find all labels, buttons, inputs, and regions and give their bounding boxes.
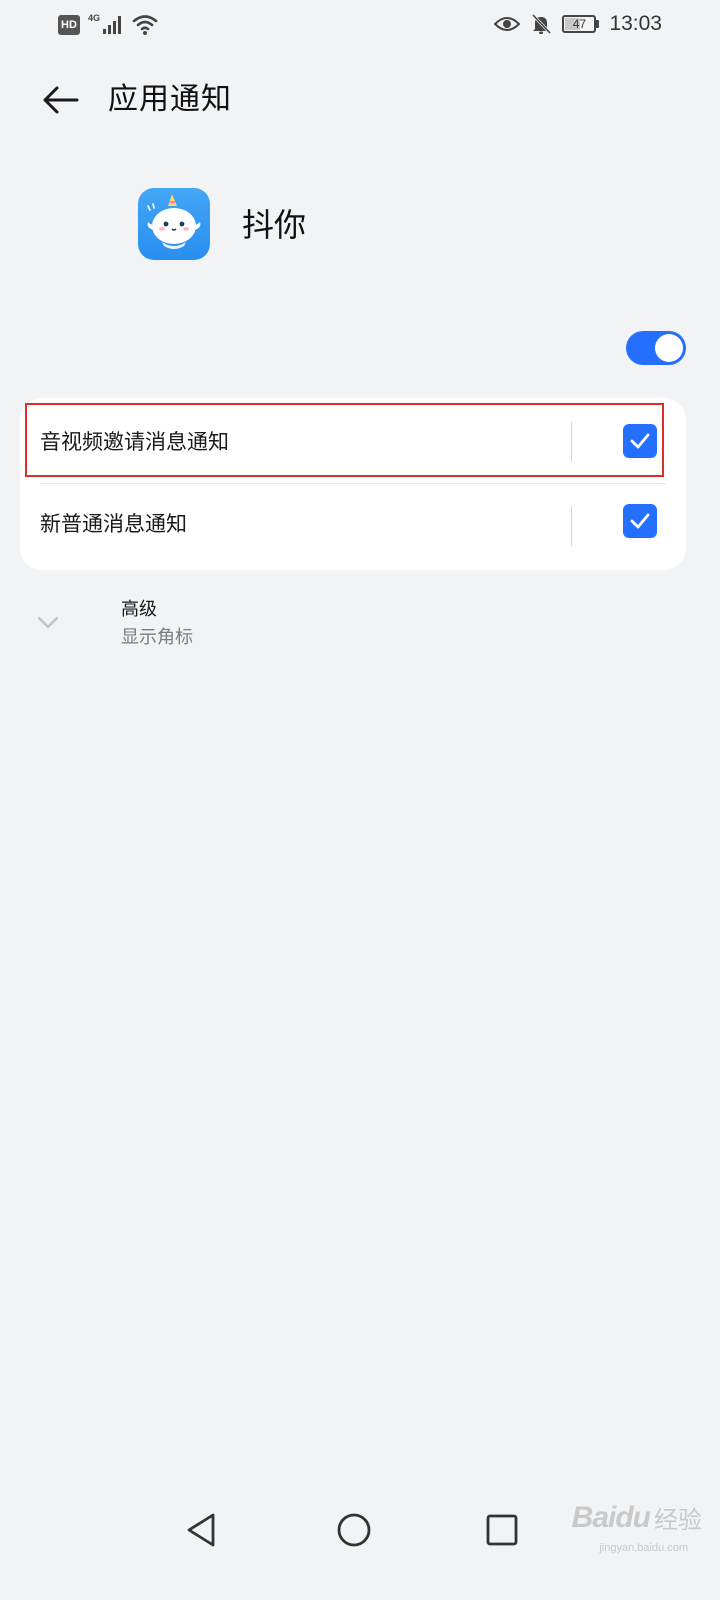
circle-home-icon [337, 1513, 371, 1547]
status-bar: HD 4G 47 13:03 [0, 0, 720, 54]
triangle-back-icon [187, 1513, 215, 1547]
wifi-icon [132, 15, 158, 35]
advanced-subtitle: 显示角标 [121, 627, 193, 648]
nav-home-button[interactable] [330, 1506, 378, 1554]
allow-notifications-toggle[interactable] [626, 331, 686, 365]
app-icon [138, 188, 210, 260]
row-separator [571, 506, 572, 546]
battery-indicator: 47 [562, 15, 600, 33]
checkmark-icon [630, 433, 650, 449]
page-title: 应用通知 [108, 82, 232, 117]
category-row-new-message[interactable]: 新普通消息通知 [20, 482, 686, 566]
nav-back-button[interactable] [178, 1506, 226, 1554]
toggle-knob [655, 334, 683, 362]
category-label: 新普通消息通知 [40, 512, 187, 536]
app-name: 抖你 [242, 206, 307, 244]
watermark-url: jingyan.baidu.com [599, 1542, 688, 1554]
category-row-av-invite[interactable]: 音视频邀请消息通知 [20, 402, 686, 486]
watermark: Baidu 经验 [572, 1500, 702, 1535]
eye-icon [494, 17, 521, 31]
chevron-down-icon [37, 616, 59, 629]
signal-icon [103, 16, 122, 34]
advanced-section[interactable]: 高级 显示角标 [20, 590, 686, 660]
back-button[interactable] [38, 78, 82, 122]
advanced-title: 高级 [121, 599, 157, 620]
square-recent-icon [486, 1514, 518, 1546]
bell-off-icon [532, 13, 552, 35]
category-checkbox[interactable] [623, 504, 657, 538]
arrow-left-icon [43, 86, 79, 114]
battery-tip [596, 20, 600, 28]
watermark-brand: Baidu [571, 1500, 651, 1534]
network-type: 4G [88, 13, 101, 23]
notification-categories-card: 音视频邀请消息通知 新普通消息通知 [20, 398, 686, 570]
status-right: 47 13:03 [494, 12, 662, 36]
row-separator [571, 422, 572, 462]
category-label: 音视频邀请消息通知 [40, 430, 229, 454]
nav-recent-button[interactable] [478, 1506, 526, 1554]
battery-level: 47 [572, 17, 587, 31]
hd-badge: HD [58, 15, 80, 35]
status-left: HD 4G [58, 13, 158, 36]
battery-icon: 47 [562, 15, 597, 33]
category-checkbox[interactable] [623, 424, 657, 458]
watermark-brand-cn: 经验 [654, 1506, 702, 1534]
status-time: 13:03 [609, 12, 662, 35]
checkmark-icon [630, 513, 650, 529]
app-mascot-icon [147, 194, 201, 249]
